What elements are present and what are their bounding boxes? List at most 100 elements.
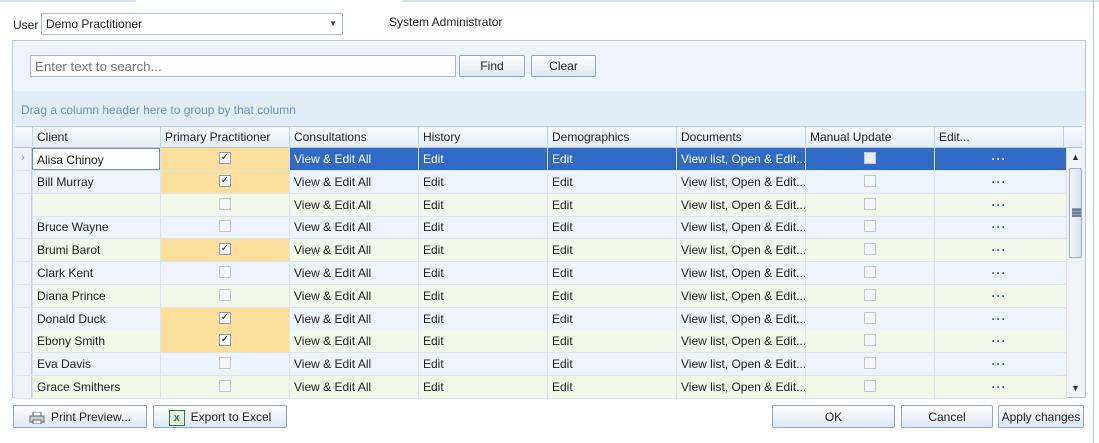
edit-cell[interactable]: ··· bbox=[934, 307, 1063, 330]
edit-ellipsis-button[interactable]: ··· bbox=[939, 266, 1059, 280]
primary-practitioner-checkbox[interactable] bbox=[219, 266, 231, 278]
edit-ellipsis-button[interactable]: ··· bbox=[939, 198, 1059, 212]
consultations-cell[interactable]: View & Edit All bbox=[289, 284, 418, 307]
history-cell[interactable]: Edit bbox=[418, 262, 547, 284]
primary-practitioner-checkbox[interactable] bbox=[219, 288, 231, 301]
manual-update-checkbox[interactable] bbox=[864, 220, 876, 233]
table-row[interactable]: Grace Smithers View & Edit All Edit Edit Vie… bbox=[15, 376, 1066, 399]
client-cell[interactable]: Grace Smithers bbox=[32, 376, 160, 398]
manual-update-cell[interactable] bbox=[805, 307, 934, 330]
manual-update-checkbox[interactable] bbox=[864, 334, 876, 347]
edit-cell[interactable]: ··· bbox=[934, 330, 1063, 353]
primary-practitioner-checkbox[interactable]: ✓ bbox=[219, 334, 231, 347]
client-cell[interactable]: Bill Murray bbox=[32, 170, 160, 193]
column-header-documents[interactable]: Documents bbox=[676, 127, 805, 148]
edit-cell[interactable]: ··· bbox=[934, 376, 1063, 398]
history-cell[interactable]: Edit bbox=[418, 353, 547, 376]
primary-practitioner-cell[interactable]: ✓ bbox=[160, 239, 289, 262]
history-cell[interactable]: Edit bbox=[418, 376, 547, 398]
row-indicator[interactable] bbox=[15, 193, 32, 216]
row-indicator[interactable] bbox=[15, 353, 32, 376]
table-row[interactable]: Eva Davis View & Edit All Edit Edit View lis… bbox=[15, 353, 1066, 377]
consultations-cell[interactable]: View & Edit All bbox=[289, 148, 418, 170]
manual-update-checkbox[interactable] bbox=[864, 174, 876, 187]
client-cell[interactable]: Clark Kent bbox=[32, 262, 160, 284]
row-indicator[interactable] bbox=[15, 376, 32, 398]
manual-update-cell[interactable] bbox=[805, 193, 934, 216]
manual-update-cell[interactable] bbox=[805, 353, 934, 376]
consultations-cell[interactable]: View & Edit All bbox=[289, 353, 418, 376]
edit-ellipsis-button[interactable]: ··· bbox=[939, 380, 1059, 394]
edit-ellipsis-button[interactable]: ··· bbox=[939, 243, 1059, 257]
demographics-cell[interactable]: Edit bbox=[547, 284, 676, 307]
documents-cell[interactable]: View list, Open & Edit... bbox=[676, 376, 805, 398]
manual-update-checkbox[interactable] bbox=[864, 152, 876, 164]
consultations-cell[interactable]: View & Edit All bbox=[289, 216, 418, 239]
manual-update-cell[interactable] bbox=[805, 330, 934, 353]
manual-update-checkbox[interactable] bbox=[864, 243, 876, 256]
client-cell[interactable]: Alisa Chinoy bbox=[32, 148, 160, 170]
table-row[interactable]: › Alisa Chinoy ✓ View & Edit All Edit Edit Vie… bbox=[15, 148, 1066, 171]
manual-update-cell[interactable] bbox=[805, 239, 934, 262]
demographics-cell[interactable]: Edit bbox=[547, 376, 676, 398]
column-header-consultations[interactable]: Consultations bbox=[289, 127, 418, 148]
primary-practitioner-cell[interactable]: ✓ bbox=[160, 148, 289, 170]
primary-practitioner-checkbox[interactable] bbox=[219, 380, 231, 392]
table-row[interactable]: View & Edit All Edit Edit View list, Open &… bbox=[15, 193, 1066, 217]
column-header-history[interactable]: History bbox=[418, 127, 547, 148]
demographics-cell[interactable]: Edit bbox=[547, 330, 676, 353]
client-cell[interactable]: Donald Duck bbox=[32, 307, 160, 330]
edit-ellipsis-button[interactable]: ··· bbox=[939, 312, 1059, 326]
table-row[interactable]: Diana Prince View & Edit All Edit Edit View … bbox=[15, 284, 1066, 308]
demographics-cell[interactable]: Edit bbox=[547, 307, 676, 330]
edit-ellipsis-button[interactable]: ··· bbox=[939, 220, 1059, 234]
edit-cell[interactable]: ··· bbox=[934, 193, 1063, 216]
table-row[interactable]: Ebony Smith ✓ View & Edit All Edit Edit View … bbox=[15, 330, 1066, 354]
consultations-cell[interactable]: View & Edit All bbox=[289, 239, 418, 262]
primary-practitioner-cell[interactable] bbox=[160, 216, 289, 239]
history-cell[interactable]: Edit bbox=[418, 170, 547, 193]
primary-practitioner-cell[interactable] bbox=[160, 376, 289, 398]
history-cell[interactable]: Edit bbox=[418, 307, 547, 330]
consultations-cell[interactable]: View & Edit All bbox=[289, 262, 418, 284]
manual-update-cell[interactable] bbox=[805, 216, 934, 239]
row-indicator[interactable] bbox=[15, 239, 32, 262]
table-row[interactable]: Donald Duck ✓ View & Edit All Edit Edit View … bbox=[15, 307, 1066, 331]
primary-practitioner-checkbox[interactable] bbox=[219, 197, 231, 210]
history-cell[interactable]: Edit bbox=[418, 284, 547, 307]
documents-cell[interactable]: View list, Open & Edit... bbox=[676, 193, 805, 216]
history-cell[interactable]: Edit bbox=[418, 148, 547, 170]
row-indicator[interactable] bbox=[15, 284, 32, 307]
table-row[interactable]: Brumi Barot ✓ View & Edit All Edit Edit View … bbox=[15, 239, 1066, 263]
primary-practitioner-cell[interactable] bbox=[160, 193, 289, 216]
demographics-cell[interactable]: Edit bbox=[547, 239, 676, 262]
scroll-up-icon[interactable]: ▲ bbox=[1071, 152, 1080, 162]
edit-cell[interactable]: ··· bbox=[934, 148, 1063, 170]
edit-cell[interactable]: ··· bbox=[934, 170, 1063, 193]
documents-cell[interactable]: View list, Open & Edit... bbox=[676, 330, 805, 353]
primary-practitioner-checkbox[interactable] bbox=[219, 357, 231, 370]
manual-update-checkbox[interactable] bbox=[864, 311, 876, 324]
export-to-excel-button[interactable]: x Export to Excel bbox=[153, 405, 287, 428]
row-indicator[interactable] bbox=[15, 216, 32, 239]
primary-practitioner-cell[interactable] bbox=[160, 353, 289, 376]
history-cell[interactable]: Edit bbox=[418, 239, 547, 262]
primary-practitioner-cell[interactable]: ✓ bbox=[160, 330, 289, 353]
column-header-client[interactable]: Client bbox=[32, 127, 160, 148]
user-select[interactable]: Demo Practitioner ▼ bbox=[41, 13, 343, 35]
consultations-cell[interactable]: View & Edit All bbox=[289, 193, 418, 216]
demographics-cell[interactable]: Edit bbox=[547, 170, 676, 193]
edit-ellipsis-button[interactable]: ··· bbox=[939, 357, 1059, 371]
edit-ellipsis-button[interactable]: ··· bbox=[939, 289, 1059, 303]
client-cell[interactable]: Eva Davis bbox=[32, 353, 160, 376]
chevron-down-icon[interactable]: ▼ bbox=[329, 19, 337, 28]
primary-practitioner-checkbox[interactable] bbox=[219, 220, 231, 233]
manual-update-cell[interactable] bbox=[805, 284, 934, 307]
ok-button[interactable]: OK bbox=[772, 405, 895, 428]
column-header-demographics[interactable]: Demographics bbox=[547, 127, 676, 148]
scroll-down-icon[interactable]: ▼ bbox=[1071, 383, 1080, 393]
find-button[interactable]: Find bbox=[459, 55, 525, 77]
row-indicator[interactable] bbox=[15, 330, 32, 353]
documents-cell[interactable]: View list, Open & Edit... bbox=[676, 216, 805, 239]
edit-cell[interactable]: ··· bbox=[934, 216, 1063, 239]
